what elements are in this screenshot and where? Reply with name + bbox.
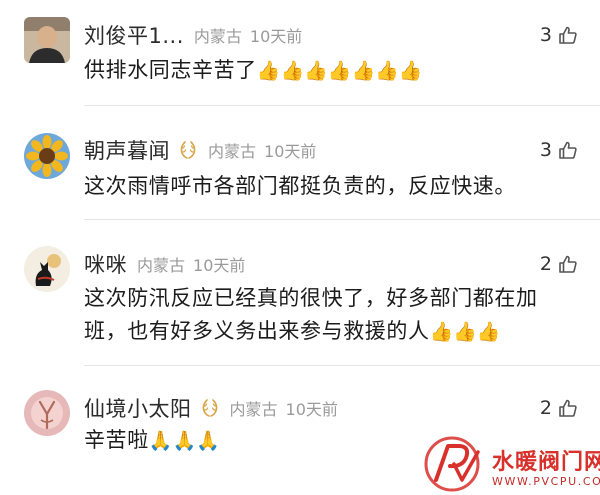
- divider: [84, 365, 600, 366]
- location-label: 内蒙古: [208, 142, 257, 161]
- timestamp: 10天前: [193, 256, 246, 275]
- comment-text: 这次雨情呼市各部门都挺负责的，反应快速。: [84, 170, 574, 203]
- comment-body: 这次雨情呼市各部门都挺负责的，反应快速。: [84, 174, 516, 198]
- like-button[interactable]: 3: [540, 21, 578, 49]
- location-label: 内蒙古: [193, 27, 242, 46]
- comment-meta: 刘俊平1... 内蒙古 10天前: [84, 21, 302, 49]
- comment-text: 这次防汛反应已经真的很快了，好多部门都在加班，也有好多义务出来参与救援的人👍👍👍: [84, 282, 574, 349]
- like-count: 3: [539, 139, 552, 161]
- comment-meta: 仙境小太阳 内蒙古 10天前: [84, 394, 338, 422]
- timestamp: 10天前: [264, 142, 317, 161]
- like-button[interactable]: 2: [540, 394, 578, 422]
- username[interactable]: 仙境小太阳: [84, 393, 192, 423]
- divider: [84, 105, 600, 106]
- timestamp: 10天前: [249, 27, 303, 46]
- thumbs-up-emoji: 👍👍👍: [429, 321, 501, 343]
- pv-logo-icon: [424, 436, 480, 492]
- divider: [84, 219, 600, 220]
- username[interactable]: 咪咪: [84, 249, 127, 279]
- timestamp: 10天前: [285, 400, 338, 419]
- watermark-brand: 水暖阀门网: [492, 450, 600, 475]
- username[interactable]: 刘俊平1...: [84, 20, 184, 50]
- thumbs-up-icon: [558, 140, 578, 160]
- like-button[interactable]: 2: [540, 250, 578, 278]
- location-label: 内蒙古: [137, 256, 186, 275]
- username[interactable]: 朝声暮闻: [84, 135, 170, 165]
- thumbs-up-icon: [558, 25, 578, 45]
- watermark-logo: 水暖阀门网 WWW.PVCPU.COM: [414, 430, 600, 495]
- avatar[interactable]: [24, 390, 70, 436]
- comment-meta: 咪咪 内蒙古 10天前: [84, 250, 245, 278]
- comment-text: 供排水同志辛苦了👍👍👍👍👍👍👍: [84, 54, 574, 88]
- comment-body: 供排水同志辛苦了: [84, 58, 257, 82]
- like-count: 3: [539, 24, 552, 46]
- avatar[interactable]: [24, 246, 70, 292]
- like-count: 2: [539, 253, 552, 275]
- laurel-badge-icon: [200, 397, 220, 419]
- thumbs-up-icon: [558, 398, 578, 418]
- watermark-url: WWW.PVCPU.COM: [492, 475, 600, 488]
- comment-meta: 朝声暮闻 内蒙古 10天前: [84, 136, 316, 164]
- thumbs-up-icon: [558, 254, 578, 274]
- avatar[interactable]: [24, 133, 70, 179]
- location-label: 内蒙古: [229, 400, 278, 419]
- thumbs-up-emoji: 👍👍👍👍👍👍👍: [256, 60, 423, 82]
- praying-hands-emoji: 🙏🙏🙏: [148, 430, 220, 452]
- comment-body: 辛苦啦: [84, 428, 149, 452]
- laurel-badge-icon: [178, 139, 198, 161]
- avatar[interactable]: [24, 17, 70, 63]
- like-count: 2: [539, 397, 552, 419]
- like-button[interactable]: 3: [540, 136, 578, 164]
